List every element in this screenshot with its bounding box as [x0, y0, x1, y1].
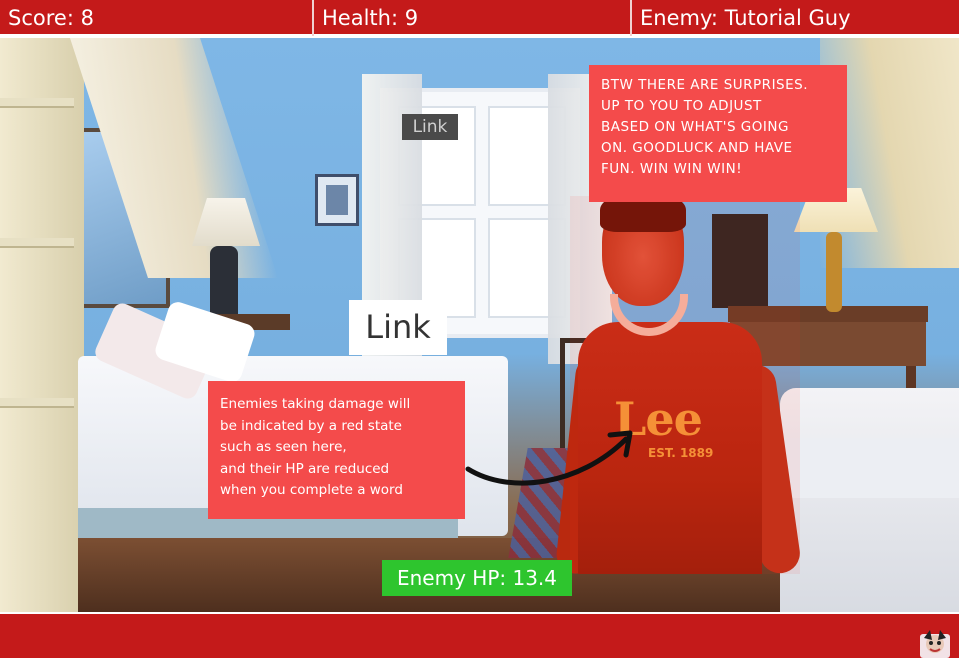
enemy-name-display: Enemy: Tutorial Guy: [640, 6, 851, 30]
enemy-hp-display: Enemy HP: 13.4: [382, 560, 572, 596]
bottom-bar: [0, 612, 959, 658]
tip-line: and their HP are reduced: [220, 460, 390, 477]
target-word-small[interactable]: Link: [402, 114, 458, 140]
target-word-active[interactable]: Link: [349, 300, 447, 355]
tip-line: BASED ON WHAT'S GOING: [601, 119, 789, 135]
tip-line: when you complete a word: [220, 482, 403, 498]
desk-lamp-base: [826, 232, 842, 312]
left-shelf-wall: [0, 38, 84, 612]
top-hud: Score: 8 Health: 9 Enemy: Tutorial Guy: [0, 0, 959, 36]
tip-line: FUN. WIN WIN WIN!: [601, 161, 743, 177]
tip-line: BTW THERE ARE SURPRISES.: [601, 77, 809, 93]
tip-line: UP TO YOU TO ADJUST: [601, 98, 762, 114]
tutorial-tip-surprises: BTW THERE ARE SURPRISES. UP TO YOU TO AD…: [589, 65, 847, 202]
tip-line: ON. GOODLUCK AND HAVE: [601, 140, 793, 156]
sofa: [780, 388, 959, 612]
score-display: Score: 8: [0, 0, 314, 36]
shirt-logo-subtext: EST. 1889: [648, 446, 714, 460]
wall-picture-frame: [315, 174, 359, 226]
bedside-lamp-base: [210, 246, 238, 324]
tip-line: Enemies taking damage will: [220, 396, 411, 412]
tutorial-tip-damage: Enemies taking damage will be indicated …: [208, 381, 465, 519]
tip-line: such as seen here,: [220, 439, 347, 455]
pointer-arrow-icon: [465, 430, 633, 486]
mascot-icon: [920, 630, 950, 658]
tip-line: be indicated by a red state: [220, 417, 402, 434]
enemy-character[interactable]: Lee EST. 1889: [554, 192, 803, 576]
health-display: Health: 9: [314, 0, 632, 36]
sofa-arm: [772, 438, 959, 498]
